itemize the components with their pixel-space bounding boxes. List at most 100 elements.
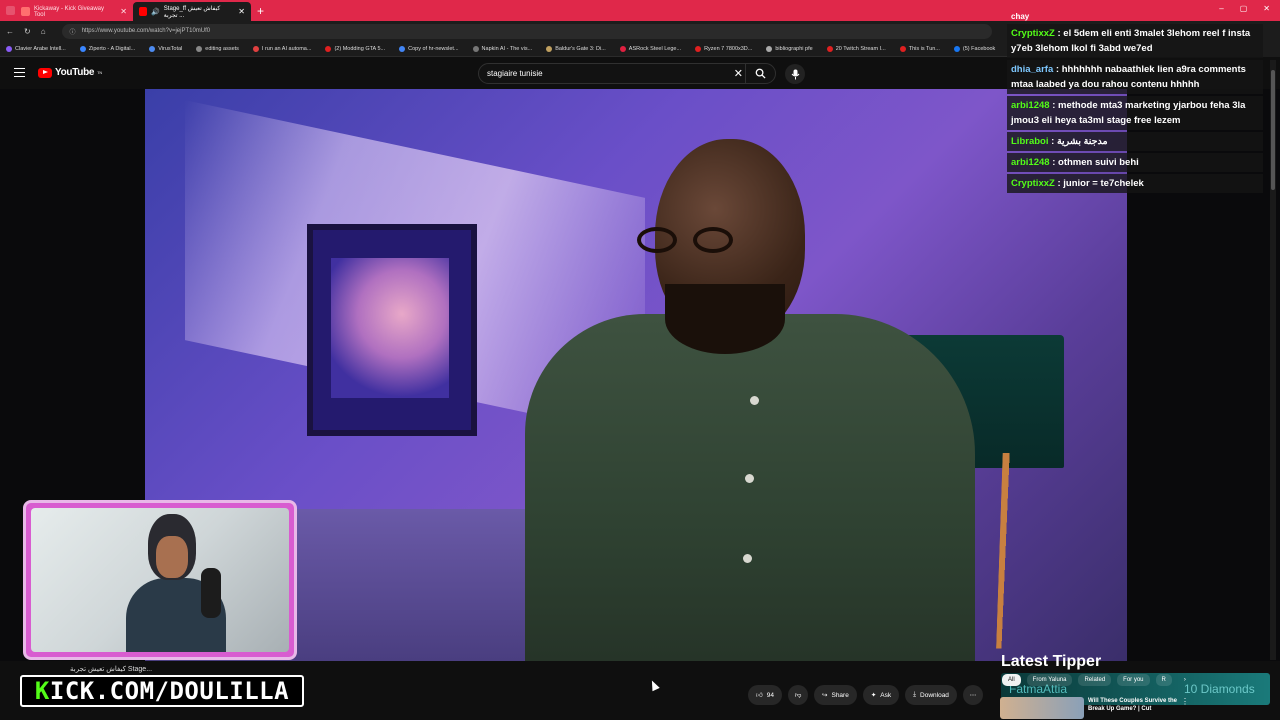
chat-message: arbi1248 : othmen suivi behi xyxy=(1007,153,1263,172)
chat-username[interactable]: CryptixxZ xyxy=(1011,28,1055,39)
dislike-button[interactable]: 👎︎ xyxy=(788,685,809,705)
site-info-icon[interactable]: ⓘ xyxy=(70,27,76,36)
bookmark-item[interactable]: Clavier Arabe Intell... xyxy=(6,45,66,52)
microphone-icon xyxy=(791,69,799,79)
bookmark-item[interactable]: VirusTotal xyxy=(149,45,183,52)
reload-icon[interactable]: ↻ xyxy=(24,27,31,36)
back-arrow-icon[interactable]: ← xyxy=(6,27,14,36)
chat-message: CryptixxZ : el 5dem eli enti 3malet 3leh… xyxy=(1007,24,1263,58)
chip-related[interactable]: Related xyxy=(1078,674,1112,686)
bookmark-label: Baldur's Gate 3: Di... xyxy=(555,45,606,52)
chat-username[interactable]: Libraboi xyxy=(1011,136,1048,147)
related-filter-chips: All From Yaluna Related For you R › xyxy=(1002,674,1192,686)
bookmark-item[interactable]: Ryzen 7 7800x3D... xyxy=(695,45,753,52)
search-input[interactable]: stagiaire tunisie xyxy=(487,69,543,78)
recommended-video[interactable]: Will These Couples Survive the Break Up … xyxy=(1000,697,1280,720)
chat-username[interactable]: arbi1248 xyxy=(1011,100,1050,111)
chat-username[interactable]: arbi1248 xyxy=(1011,157,1050,168)
ask-label: Ask xyxy=(880,691,892,699)
voice-search-button[interactable] xyxy=(785,64,805,84)
more-actions-button[interactable]: ⋯ xyxy=(962,685,983,705)
chip-for-you[interactable]: For you xyxy=(1117,674,1150,686)
browser-tab-kickaway[interactable]: Kickaway - Kick Giveaway Tool ✕ xyxy=(15,2,133,21)
youtube-logo[interactable]: YouTube TN xyxy=(38,67,102,78)
youtube-header: YouTube TN stagiaire tunisie ✕ xyxy=(0,57,1010,89)
speaker-person xyxy=(525,139,975,661)
search-button[interactable] xyxy=(745,64,775,83)
bookmark-item[interactable]: bibliographi pfe xyxy=(766,45,813,52)
scrollbar-thumb[interactable] xyxy=(1271,70,1275,190)
kick-channel-banner: K ICK.COM/DOULILLA xyxy=(20,675,304,707)
kickaway-favicon-icon xyxy=(21,7,30,16)
bookmark-label: Clavier Arabe Intell... xyxy=(15,45,66,52)
close-window-button[interactable]: ✕ xyxy=(1263,4,1270,13)
bookmark-item[interactable]: Baldur's Gate 3: Di... xyxy=(546,45,606,52)
new-tab-button[interactable]: + xyxy=(257,4,264,18)
bookmark-item[interactable]: Ziperto - A Digital... xyxy=(79,45,135,52)
speaker-icon[interactable]: 🔊 xyxy=(151,8,160,16)
bookmark-favicon-icon xyxy=(149,45,156,52)
like-button[interactable]: 👍︎ 94 xyxy=(748,685,783,705)
sparkle-icon: ✦ xyxy=(870,692,877,699)
bookmark-item[interactable]: ASRock Steel Lege... xyxy=(619,45,682,52)
chat-text: مدجنة بشرية xyxy=(1056,136,1108,147)
bookmark-label: VirusTotal xyxy=(158,45,183,52)
search-box[interactable]: stagiaire tunisie ✕ xyxy=(478,63,776,84)
home-icon[interactable]: ⌂ xyxy=(41,27,46,36)
youtube-logo-text: YouTube xyxy=(55,67,95,78)
share-icon: ↪ xyxy=(822,692,828,699)
chat-separator: : xyxy=(1049,100,1059,111)
bookmark-item[interactable]: Napkin AI - The vis... xyxy=(472,45,532,52)
more-horizontal-icon: ⋯ xyxy=(969,692,977,699)
bookmark-item[interactable]: 20 Twitch Stream I... xyxy=(826,45,886,52)
bookmark-favicon-icon xyxy=(6,45,12,52)
bookmark-label: Ryzen 7 7800x3D... xyxy=(704,45,753,52)
url-field[interactable]: ⓘ https://www.youtube.com/watch?v=jejPT1… xyxy=(61,23,992,39)
chat-username[interactable]: CryptixxZ xyxy=(1011,178,1055,189)
bookmark-item[interactable]: editing assets xyxy=(196,45,239,52)
chevron-right-icon[interactable]: › xyxy=(1178,674,1192,686)
browser-tab-youtube[interactable]: 🔊 Stage_ff كيفاش تعيش تجربة ... ✕ xyxy=(133,2,251,21)
bookmark-favicon-icon xyxy=(196,45,203,52)
video-title-snippet: كيفاش تعيش تجربة Stage... xyxy=(70,666,153,673)
recommended-thumbnail[interactable] xyxy=(1000,697,1084,719)
bookmark-item[interactable]: This is Tun... xyxy=(899,45,940,52)
chat-separator: : xyxy=(1054,178,1064,189)
bookmark-favicon-icon xyxy=(766,45,773,52)
bookmark-item[interactable]: (5) Facebook xyxy=(953,45,996,52)
chip-from-channel[interactable]: From Yaluna xyxy=(1026,674,1073,686)
chip-all[interactable]: All xyxy=(1002,674,1021,686)
chat-message: CryptixxZ : junior = te7chelek xyxy=(1007,174,1263,193)
bookmark-label: (5) Facebook xyxy=(962,45,996,52)
chat-username[interactable]: dhia_arfa xyxy=(1011,64,1053,75)
bookmark-item[interactable]: I run an AI automa... xyxy=(252,45,311,52)
download-button[interactable]: ⤓ Download xyxy=(905,685,957,705)
tab-title: Kickaway - Kick Giveaway Tool xyxy=(33,5,104,18)
hamburger-menu-icon[interactable] xyxy=(14,68,25,77)
bookmark-item[interactable]: (2) Modding GTA 5... xyxy=(325,45,385,52)
close-tab-icon[interactable]: ✕ xyxy=(238,7,245,16)
chat-text: othmen suivi behi xyxy=(1058,157,1139,168)
bookmark-label: ASRock Steel Lege... xyxy=(628,45,682,52)
close-tab-icon[interactable]: ✕ xyxy=(120,7,127,16)
bookmark-favicon-icon xyxy=(826,45,833,52)
like-count: 94 xyxy=(766,691,775,699)
more-vertical-icon[interactable]: ⋮ xyxy=(1181,697,1189,720)
chip-more[interactable]: R xyxy=(1155,674,1172,686)
kick-url: ICK.COM/DOULILLA xyxy=(49,677,290,705)
youtube-play-icon xyxy=(38,67,52,78)
bookmark-item[interactable]: Copy of hr-newslet... xyxy=(399,45,459,52)
share-button[interactable]: ↪ Share xyxy=(814,685,857,705)
bookmark-favicon-icon xyxy=(399,45,406,52)
bookmark-favicon-icon xyxy=(325,45,332,52)
bookmark-label: Copy of hr-newslet... xyxy=(408,45,459,52)
clear-search-icon[interactable]: ✕ xyxy=(734,67,743,80)
country-code: TN xyxy=(97,70,102,75)
bookmark-favicon-icon xyxy=(899,45,906,52)
ask-button[interactable]: ✦ Ask xyxy=(862,685,900,705)
browser-menu-icon[interactable] xyxy=(6,6,15,15)
streamer-webcam xyxy=(23,500,297,660)
chat-separator: : xyxy=(1053,64,1062,75)
bookmark-label: This is Tun... xyxy=(908,45,940,52)
page-scrollbar[interactable] xyxy=(1270,60,1276,660)
